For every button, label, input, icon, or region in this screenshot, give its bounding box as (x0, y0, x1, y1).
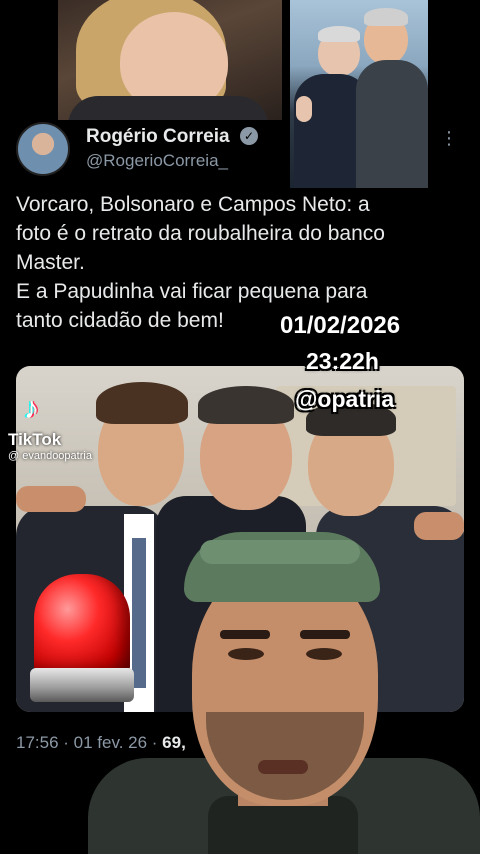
presenter-video (88, 526, 480, 854)
author-handle[interactable]: @RogerioCorreia_ (86, 151, 228, 171)
overlay-time: 23:22h (306, 348, 379, 374)
more-options-icon[interactable]: ⋮ (440, 129, 458, 147)
author-name[interactable]: Rogério Correia (86, 126, 230, 148)
overlay-handle: @opatria (295, 386, 395, 412)
tiktok-note-icon: ♪ (24, 392, 39, 425)
tweet-text-line: Vorcaro, Bolsonaro e Campos Neto: a (16, 193, 370, 216)
overlay-date: 01/02/2026 (280, 312, 401, 339)
tweet-text-line: E a Papudinha vai ficar pequena para (16, 280, 368, 303)
tiktok-user: @ evandoopatria (8, 450, 92, 462)
tweet-header: Rogério Correia ✓ @RogerioCorreia_ ⋮ (14, 120, 464, 180)
verified-badge-icon: ✓ (240, 127, 258, 145)
red-siren-icon (30, 568, 134, 710)
tweet-text-line: foto é o retrato da roubalheira do banco (16, 222, 385, 245)
tweet-time: 17:56 (16, 733, 59, 752)
tweet-text-line: Master. (16, 251, 85, 274)
tiktok-watermark: ♪ TikTok @ evandoopatria (8, 392, 128, 468)
tiktok-label: TikTok (8, 430, 62, 449)
avatar[interactable] (16, 122, 70, 176)
photo-woman (58, 0, 282, 120)
